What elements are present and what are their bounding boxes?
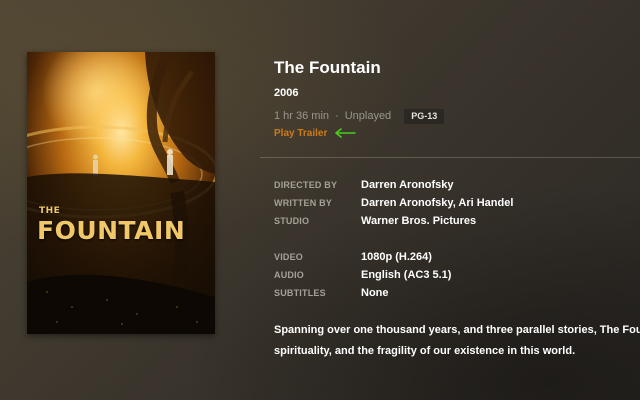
movie-summary: Spanning over one thousand years, and th… — [274, 320, 640, 362]
summary-line: spirituality, and the fragility of our e… — [274, 345, 576, 357]
poster-title-big: FOUNTAIN — [37, 216, 186, 245]
arrow-left-icon — [334, 128, 357, 138]
summary-line: Spanning over one thousand years, and th… — [274, 324, 640, 336]
watch-status: Unplayed — [344, 110, 392, 122]
poster-title: THE FOUNTAIN — [37, 206, 212, 245]
movie-title: The Fountain — [274, 58, 381, 77]
play-trailer-label: Play Trailer — [274, 127, 328, 139]
media-label: VIDEO — [274, 252, 304, 262]
credit-value[interactable]: Warner Bros. Pictures — [361, 215, 476, 227]
credit-value[interactable]: Darren Aronofsky, Ari Handel — [361, 197, 513, 209]
media-row-video: VIDEO 1080p (H.264) — [274, 250, 432, 264]
poster-title-small: THE — [39, 206, 61, 216]
media-label: AUDIO — [274, 270, 304, 280]
movie-year: 2006 — [274, 87, 299, 99]
credit-label: STUDIO — [274, 216, 310, 226]
media-value[interactable]: None — [361, 287, 389, 299]
credit-value[interactable]: Darren Aronofsky — [361, 179, 454, 191]
content-rating-badge: PG-13 — [404, 108, 445, 124]
credit-row-studio: STUDIO Warner Bros. Pictures — [274, 214, 476, 228]
media-row-subtitles: SUBTITLES None — [274, 286, 389, 300]
credit-row-written-by: WRITTEN BY Darren Aronofsky, Ari Handel — [274, 196, 513, 210]
credit-label: WRITTEN BY — [274, 198, 332, 208]
play-trailer-link[interactable]: Play Trailer — [274, 126, 357, 140]
media-row-audio: AUDIO English (AC3 5.1) — [274, 268, 451, 282]
credit-label: DIRECTED BY — [274, 180, 338, 190]
movie-meta: 1 hr 36 min · Unplayed PG-13 — [274, 108, 445, 124]
movie-poster[interactable]: THE FOUNTAIN — [27, 52, 215, 334]
section-divider — [260, 157, 640, 158]
media-value[interactable]: English (AC3 5.1) — [361, 269, 451, 281]
meta-separator: · — [335, 110, 339, 122]
media-label: SUBTITLES — [274, 288, 326, 298]
poster-artwork — [27, 52, 215, 334]
credit-row-directed-by: DIRECTED BY Darren Aronofsky — [274, 178, 454, 192]
movie-duration: 1 hr 36 min — [274, 110, 330, 122]
media-value: 1080p (H.264) — [361, 251, 432, 263]
